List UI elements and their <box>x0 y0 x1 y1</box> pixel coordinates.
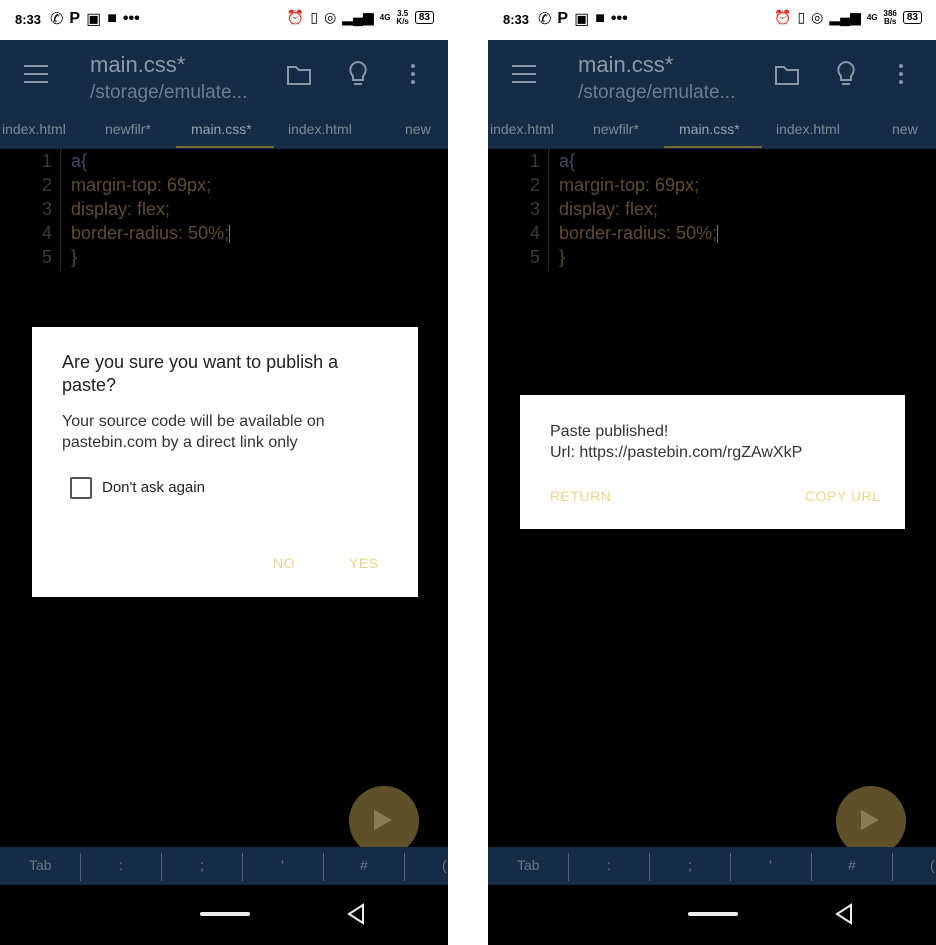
parking-icon: P <box>557 10 569 27</box>
yes-button[interactable]: YES <box>349 555 379 571</box>
home-button[interactable] <box>688 912 738 916</box>
parking-icon: P <box>69 10 81 27</box>
whatsapp-icon: ✆ <box>50 11 64 28</box>
app-bar: main.css* /storage/emulate... index.html… <box>488 40 936 149</box>
checkbox-label: Don't ask again <box>102 479 205 496</box>
battery-level: 83 <box>414 11 434 24</box>
alarm-icon: ⏰ <box>286 9 305 25</box>
overflow-menu-icon[interactable] <box>410 64 416 86</box>
tab-newfilr[interactable]: newfilr* <box>105 121 151 137</box>
tab-index-html[interactable]: index.html <box>490 121 554 137</box>
back-icon[interactable] <box>833 903 855 925</box>
tab-main-css[interactable]: main.css* <box>191 121 252 137</box>
tab-index-html-2[interactable]: index.html <box>288 121 352 137</box>
key-hash[interactable]: # <box>848 857 856 873</box>
vibrate-icon: ▯ <box>797 9 806 25</box>
return-button[interactable]: RETURN <box>550 488 611 504</box>
key-semicolon[interactable]: ; <box>688 857 692 873</box>
status-time: 8:33 <box>503 12 530 27</box>
alarm-icon: ⏰ <box>774 9 792 25</box>
more-dots-icon: ••• <box>610 10 628 27</box>
text-cursor <box>717 225 719 244</box>
network-speed: 386 B/s <box>883 8 897 26</box>
key-colon[interactable]: : <box>607 857 611 873</box>
tab-newfilr[interactable]: newfilr* <box>593 121 639 137</box>
file-path: /storage/emulate... <box>90 82 248 103</box>
lock-icon: ▣ <box>574 11 590 28</box>
navigation-bar <box>488 885 936 945</box>
folder-icon[interactable] <box>286 64 312 86</box>
run-button[interactable] <box>349 786 419 856</box>
phone-screen-published: 8:33 ✆ P ▣ ■ ••• ⏰ ▯ ◎ ▂▄▆ 4G 386 B/s 83 … <box>488 0 936 945</box>
key-hash[interactable]: # <box>360 857 368 873</box>
square-icon: ■ <box>595 10 605 27</box>
play-icon <box>861 810 879 830</box>
status-bar: 8:33 ✆ P ▣ ■ ••• ⏰ ▯ ◎ ▂▄▆ 4G 386 B/s 83 <box>488 0 936 40</box>
key-paren[interactable]: ( <box>442 857 447 873</box>
key-tab[interactable]: Tab <box>29 857 52 873</box>
tab-new[interactable]: new <box>405 121 431 137</box>
published-status: Paste published! <box>550 423 669 440</box>
battery-level: 83 <box>902 11 922 24</box>
vibrate-icon: ▯ <box>310 9 319 25</box>
signal-icon: ▂▄▆ <box>829 9 861 25</box>
whatsapp-icon: ✆ <box>538 11 552 28</box>
file-tabs: index.html newfilr* main.css* index.html… <box>488 117 936 149</box>
play-icon <box>374 810 392 830</box>
tab-index-html-2[interactable]: index.html <box>776 121 840 137</box>
key-tab[interactable]: Tab <box>517 857 540 873</box>
file-title: main.css* <box>90 52 186 77</box>
folder-icon[interactable] <box>774 64 800 86</box>
signal-icon: ▂▄▆ <box>342 9 374 25</box>
extra-keys-bar: Tab : ; ' # ( <box>488 847 936 885</box>
key-quote[interactable]: ' <box>281 857 284 873</box>
hotspot-icon: ◎ <box>811 9 824 25</box>
lightbulb-icon[interactable] <box>346 60 370 88</box>
home-button[interactable] <box>200 912 250 916</box>
active-tab-indicator <box>664 146 762 148</box>
publish-confirm-dialog: Are you sure you want to publish a paste… <box>32 327 418 597</box>
paste-published-dialog: Paste published! Url: https://pastebin.c… <box>520 395 905 529</box>
published-message: Paste published! Url: https://pastebin.c… <box>550 421 890 463</box>
back-icon[interactable] <box>345 903 367 925</box>
key-semicolon[interactable]: ; <box>200 857 204 873</box>
network-speed: 3.5 K/s <box>396 8 409 26</box>
app-bar: main.css* /storage/emulate... index.html… <box>0 40 448 149</box>
more-dots-icon: ••• <box>122 10 140 27</box>
dialog-message: Your source code will be available on pa… <box>62 413 325 451</box>
file-title: main.css* <box>578 52 674 77</box>
lightbulb-icon[interactable] <box>834 60 858 88</box>
tab-index-html[interactable]: index.html <box>2 121 66 137</box>
key-colon[interactable]: : <box>119 857 123 873</box>
key-paren[interactable]: ( <box>930 857 935 873</box>
text-cursor <box>229 225 231 244</box>
hotspot-icon: ◎ <box>324 9 337 25</box>
tab-main-css[interactable]: main.css* <box>679 121 740 137</box>
dont-ask-again-checkbox[interactable] <box>70 477 92 499</box>
square-icon: ■ <box>107 10 117 27</box>
hamburger-menu-icon[interactable] <box>512 65 536 85</box>
network-type: 4G <box>866 13 878 22</box>
active-tab-indicator <box>176 146 274 148</box>
copy-url-button[interactable]: COPY URL <box>805 488 880 504</box>
extra-keys-bar: Tab : ; ' # ( <box>0 847 448 885</box>
network-type: 4G <box>379 13 391 22</box>
status-bar: 8:33 ✆ P ▣ ■ ••• ⏰ ▯ ◎ ▂▄▆ 4G 3.5 K/s 83 <box>0 0 448 40</box>
no-button[interactable]: NO <box>273 555 295 571</box>
lock-icon: ▣ <box>86 11 102 28</box>
phone-screen-confirm: 8:33 ✆ P ▣ ■ ••• ⏰ ▯ ◎ ▂▄▆ 4G 3.5 K/s 83 … <box>0 0 448 945</box>
navigation-bar <box>0 885 448 945</box>
status-time: 8:33 <box>15 12 42 27</box>
hamburger-menu-icon[interactable] <box>24 65 48 85</box>
dialog-title: Are you sure you want to publish a paste… <box>62 352 339 395</box>
overflow-menu-icon[interactable] <box>898 64 904 86</box>
published-url: Url: https://pastebin.com/rgZAwXkP <box>550 444 803 461</box>
file-tabs: index.html newfilr* main.css* index.html… <box>0 117 448 149</box>
file-path: /storage/emulate... <box>578 82 736 103</box>
key-quote[interactable]: ' <box>769 857 772 873</box>
run-button[interactable] <box>836 786 906 856</box>
tab-new[interactable]: new <box>892 121 918 137</box>
